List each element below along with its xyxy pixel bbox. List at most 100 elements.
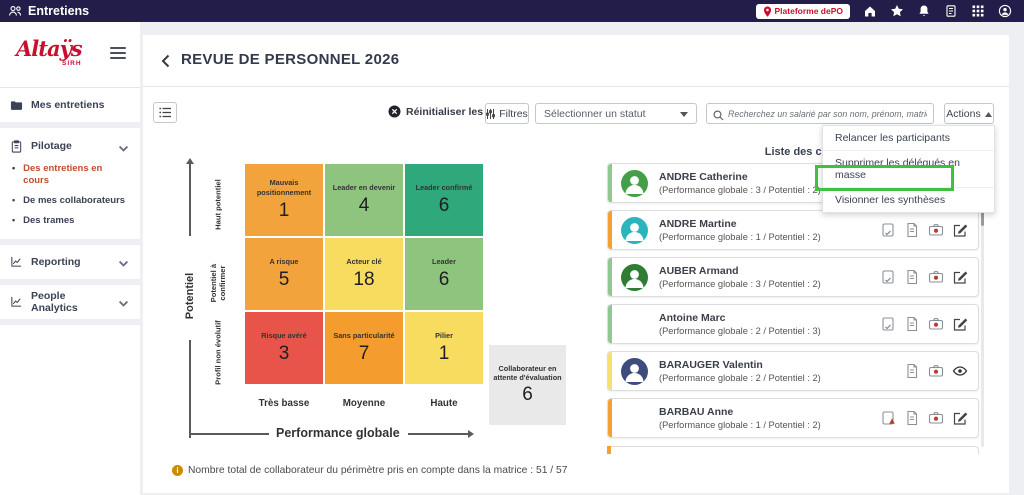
collaborator-name: AUBER Armand	[659, 265, 739, 277]
document-icon[interactable]	[904, 410, 920, 426]
survey-warning-icon[interactable]	[880, 410, 896, 426]
collaborator-row[interactable]: ANDRE Martine (Performance globale : 1 /…	[607, 210, 979, 250]
sidebar-item-people-analytics[interactable]: People Analytics	[0, 289, 140, 315]
folder-icon	[10, 99, 23, 112]
camera-icon[interactable]	[928, 410, 944, 426]
sidebar-subitem-label: Des trames	[23, 214, 75, 226]
matrix-cell-mauvais-positionnement[interactable]: Mauvais positionnement 1	[245, 164, 323, 236]
app-brand: Entretiens	[0, 4, 89, 18]
status-bar	[608, 164, 612, 202]
menu-item-supprimer-delegues[interactable]: Supprimer les délégués en masse	[823, 151, 994, 188]
status-select[interactable]: Sélectionner un statut	[535, 103, 697, 124]
page-header: REVUE DE PERSONNEL 2026	[143, 35, 1009, 87]
matrix-col-label: Très basse	[258, 398, 310, 409]
matrix-cell-acteur-cle[interactable]: Acteur clé 18	[325, 238, 403, 310]
sidebar-item-label: People Analytics	[31, 289, 78, 314]
home-icon[interactable]	[863, 4, 877, 18]
edit-icon[interactable]	[952, 316, 968, 332]
document-icon[interactable]	[904, 363, 920, 379]
chart-icon	[10, 255, 23, 268]
sidebar-group-pilotage: Pilotage • Des entretiens en cours • De …	[0, 128, 140, 239]
bullet-icon: •	[12, 214, 16, 225]
filters-button-label: Filtres	[499, 107, 528, 120]
bullet-icon: •	[12, 194, 16, 205]
edit-icon[interactable]	[952, 410, 968, 426]
collaborator-row-partial[interactable]	[607, 446, 979, 454]
back-arrow-icon[interactable]	[157, 52, 175, 70]
page-title: REVUE DE PERSONNEL 2026	[181, 51, 400, 68]
y-axis-line	[189, 340, 191, 438]
main-content: REVUE DE PERSONNEL 2026 Réinitialiser le…	[143, 35, 1009, 493]
chevron-down-icon	[117, 297, 130, 307]
matrix-cell-sans-particularite[interactable]: Sans particularité 7	[325, 312, 403, 384]
sidebar-item-reporting[interactable]: Reporting	[0, 249, 140, 275]
bell-icon[interactable]	[917, 4, 931, 18]
edit-icon[interactable]	[952, 222, 968, 238]
document-icon[interactable]	[904, 222, 920, 238]
app-title: Entretiens	[28, 4, 90, 18]
menu-item-relancer-participants[interactable]: Relancer les participants	[823, 126, 994, 151]
collaborator-name: BARBAU Anne	[659, 406, 734, 418]
menu-item-visionner-syntheses[interactable]: Visionner les synthèses	[823, 188, 994, 212]
matrix-cell-leader-en-devenir[interactable]: Leader en devenir 4	[325, 164, 403, 236]
logo-block: Altaÿs SIRH	[0, 22, 140, 88]
camera-icon[interactable]	[928, 269, 944, 285]
clipboard-icon	[10, 139, 23, 153]
avatar	[621, 264, 648, 291]
matrix-cell-pilier[interactable]: Pilier 1	[405, 312, 483, 384]
collaborator-row[interactable]: AUBER Armand (Performance globale : 3 / …	[607, 257, 979, 297]
sidebar-group-entretiens: Mes entretiens	[0, 88, 140, 122]
survey-check-icon[interactable]	[880, 269, 896, 285]
app-root: Entretiens Plateforme dePO Altaÿs SIRH M…	[0, 0, 1024, 495]
location-pin-icon	[763, 5, 772, 17]
y-axis-label: Potentiel	[184, 272, 196, 320]
matrix-cell-a-risque[interactable]: A risque 5	[245, 238, 323, 310]
sidebar-subitem-entretiens-en-cours[interactable]: • Des entretiens en cours	[0, 159, 120, 191]
collaborator-name: ANDRE Catherine	[659, 171, 748, 183]
footnote-text: Nombre total de collaborateur du périmèt…	[188, 465, 568, 476]
matrix-col-label: Haute	[430, 398, 458, 409]
search-input[interactable]	[728, 108, 927, 119]
edit-icon[interactable]	[952, 269, 968, 285]
collaborator-row[interactable]: BARAUGER Valentin (Performance globale :…	[607, 351, 979, 391]
camera-icon[interactable]	[928, 222, 944, 238]
camera-icon[interactable]	[928, 363, 944, 379]
sidebar-item-pilotage[interactable]: Pilotage	[0, 133, 140, 159]
sidebar-subitem-trames[interactable]: • Des trames	[0, 211, 140, 231]
hamburger-menu-icon[interactable]	[110, 44, 126, 62]
book-icon[interactable]	[944, 4, 958, 18]
list-view-button[interactable]	[153, 102, 177, 123]
collaborator-details: (Performance globale : 1 / Potentiel : 2…	[659, 420, 821, 430]
survey-check-icon[interactable]	[880, 316, 896, 332]
avatar	[621, 170, 648, 197]
platform-button[interactable]: Plateforme dePO	[755, 3, 850, 19]
apps-grid-icon[interactable]	[971, 4, 985, 18]
status-bar	[608, 211, 612, 249]
eye-icon[interactable]	[952, 363, 968, 379]
star-icon[interactable]	[890, 4, 904, 18]
filters-button[interactable]: Filtres	[485, 103, 529, 124]
camera-icon[interactable]	[928, 316, 944, 332]
pending-evaluation-box[interactable]: Collaborateur en attente d'évaluation 6	[489, 345, 566, 425]
collaborator-row[interactable]: BARBAU Anne (Performance globale : 1 / P…	[607, 398, 979, 438]
matrix-cell-leader[interactable]: Leader 6	[405, 238, 483, 310]
document-icon[interactable]	[904, 316, 920, 332]
collaborator-row[interactable]: Antoine Marc (Performance globale : 2 / …	[607, 304, 979, 344]
status-bar	[608, 305, 612, 343]
sidebar-subitem-mes-collaborateurs[interactable]: • De mes collaborateurs	[0, 191, 140, 211]
matrix-row-label: Haut potentiel	[213, 179, 223, 230]
user-icon[interactable]	[998, 4, 1012, 18]
sidebar-item-mes-entretiens[interactable]: Mes entretiens	[0, 92, 140, 118]
sidebar: Altaÿs SIRH Mes entretiens Pilotage • De…	[0, 22, 140, 495]
survey-check-icon[interactable]	[880, 222, 896, 238]
altays-logo-sub: SIRH	[62, 60, 82, 67]
actions-button[interactable]: Actions	[944, 103, 994, 124]
info-icon: i	[172, 465, 183, 476]
matrix-row-label: Profil non évolutif	[213, 320, 223, 385]
matrix-cell-risque-avere[interactable]: Risque avéré 3	[245, 312, 323, 384]
matrix-cell-leader-confirme[interactable]: Leader confirmé 6	[405, 164, 483, 236]
sidebar-subitem-label: Des entretiens en cours	[23, 163, 103, 186]
x-axis-line	[189, 433, 269, 435]
bullet-icon: •	[12, 163, 16, 173]
document-icon[interactable]	[904, 269, 920, 285]
